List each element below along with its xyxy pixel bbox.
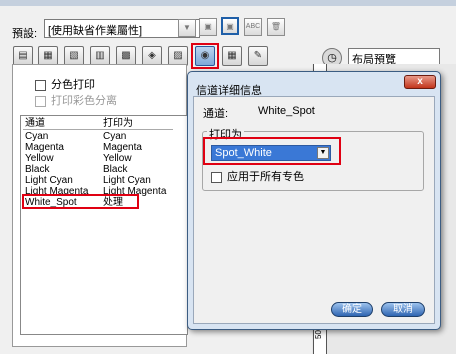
chevron-down-icon[interactable]: ▼ bbox=[317, 147, 329, 159]
trash-icon[interactable]: 🗑 bbox=[267, 18, 285, 36]
save-as-preset-icon[interactable]: ▣ bbox=[221, 17, 239, 35]
print-separate-label: 打印彩色分离 bbox=[51, 95, 117, 107]
ok-button[interactable]: 确定 bbox=[331, 302, 373, 317]
column-header-print-as[interactable]: 打印为 bbox=[103, 118, 133, 129]
color-print-label: 分色打印 bbox=[51, 79, 95, 91]
file-icon[interactable]: ▤ bbox=[13, 46, 33, 66]
grid-icon[interactable]: ▦ bbox=[222, 46, 242, 66]
preset-dropdown-arrow-icon[interactable]: ▼ bbox=[178, 19, 196, 37]
color-print-option[interactable]: 分色打印 bbox=[35, 76, 95, 92]
header-divider bbox=[23, 129, 173, 130]
print-separate-option: 打印彩色分离 bbox=[35, 92, 117, 108]
print-as-value: Yellow bbox=[103, 153, 132, 164]
list-item[interactable]: Yellow Yellow bbox=[21, 153, 181, 164]
print-as-value: Light Cyan bbox=[103, 175, 151, 186]
print-as-value: Black bbox=[103, 164, 128, 175]
layout-icon[interactable]: ▩ bbox=[116, 46, 136, 66]
print-as-value: Spot_White bbox=[215, 147, 272, 159]
media-icon[interactable]: ▦ bbox=[38, 46, 58, 66]
channel-name: Black bbox=[25, 164, 50, 175]
apply-all-option[interactable]: 应用于所有专色 bbox=[211, 168, 304, 184]
apply-all-checkbox[interactable] bbox=[211, 171, 222, 183]
column-header-channel[interactable]: 通道 bbox=[25, 118, 45, 129]
white-spot-row-highlight bbox=[22, 194, 139, 209]
printer-icon[interactable]: ▥ bbox=[90, 46, 110, 66]
apply-all-label: 应用于所有专色 bbox=[227, 171, 304, 183]
transform-icon[interactable]: ◈ bbox=[142, 46, 162, 66]
dialog-close-button[interactable]: x bbox=[404, 75, 436, 89]
channel-label: 通道: bbox=[203, 108, 229, 120]
list-item[interactable]: Light Cyan Light Cyan bbox=[21, 175, 181, 186]
list-item[interactable]: Magenta Magenta bbox=[21, 142, 181, 153]
preset-label: 預設: bbox=[12, 28, 38, 40]
print-as-dropdown[interactable]: Spot_White ▼ bbox=[211, 145, 331, 161]
channel-icon[interactable]: ◉ bbox=[195, 46, 215, 66]
channel-name: Magenta bbox=[25, 142, 64, 153]
abc-spell-icon[interactable]: ABC bbox=[244, 18, 262, 36]
list-header: 通道 打印为 bbox=[21, 118, 181, 129]
channel-list[interactable]: 通道 打印为 Cyan Cyan Magenta Magenta Yellow Yel… bbox=[20, 115, 188, 335]
window-top-strip bbox=[0, 0, 456, 6]
job-icon[interactable]: ▧ bbox=[64, 46, 84, 66]
list-item[interactable]: Black Black bbox=[21, 164, 181, 175]
ruler-tick-label: 50 bbox=[313, 330, 323, 339]
print-as-value: Magenta bbox=[103, 142, 142, 153]
preset-value: [使用缺省作業屬性] bbox=[48, 25, 143, 37]
list-item[interactable]: Cyan Cyan bbox=[21, 131, 181, 142]
channel-value: White_Spot bbox=[258, 105, 315, 117]
channel-name: Yellow bbox=[25, 153, 54, 164]
color-print-checkbox[interactable] bbox=[35, 79, 46, 91]
print-as-value: Cyan bbox=[103, 131, 127, 142]
save-preset-icon[interactable]: ▣ bbox=[199, 18, 217, 36]
channel-name: Cyan bbox=[25, 131, 49, 142]
print-separate-checkbox bbox=[35, 95, 46, 107]
cancel-button[interactable]: 取消 bbox=[381, 302, 425, 317]
color-icon[interactable]: ▨ bbox=[168, 46, 188, 66]
paint-icon[interactable]: ✎ bbox=[248, 46, 268, 66]
preset-dropdown[interactable]: [使用缺省作業屬性] bbox=[44, 19, 200, 38]
channel-name: Light Cyan bbox=[25, 175, 73, 186]
